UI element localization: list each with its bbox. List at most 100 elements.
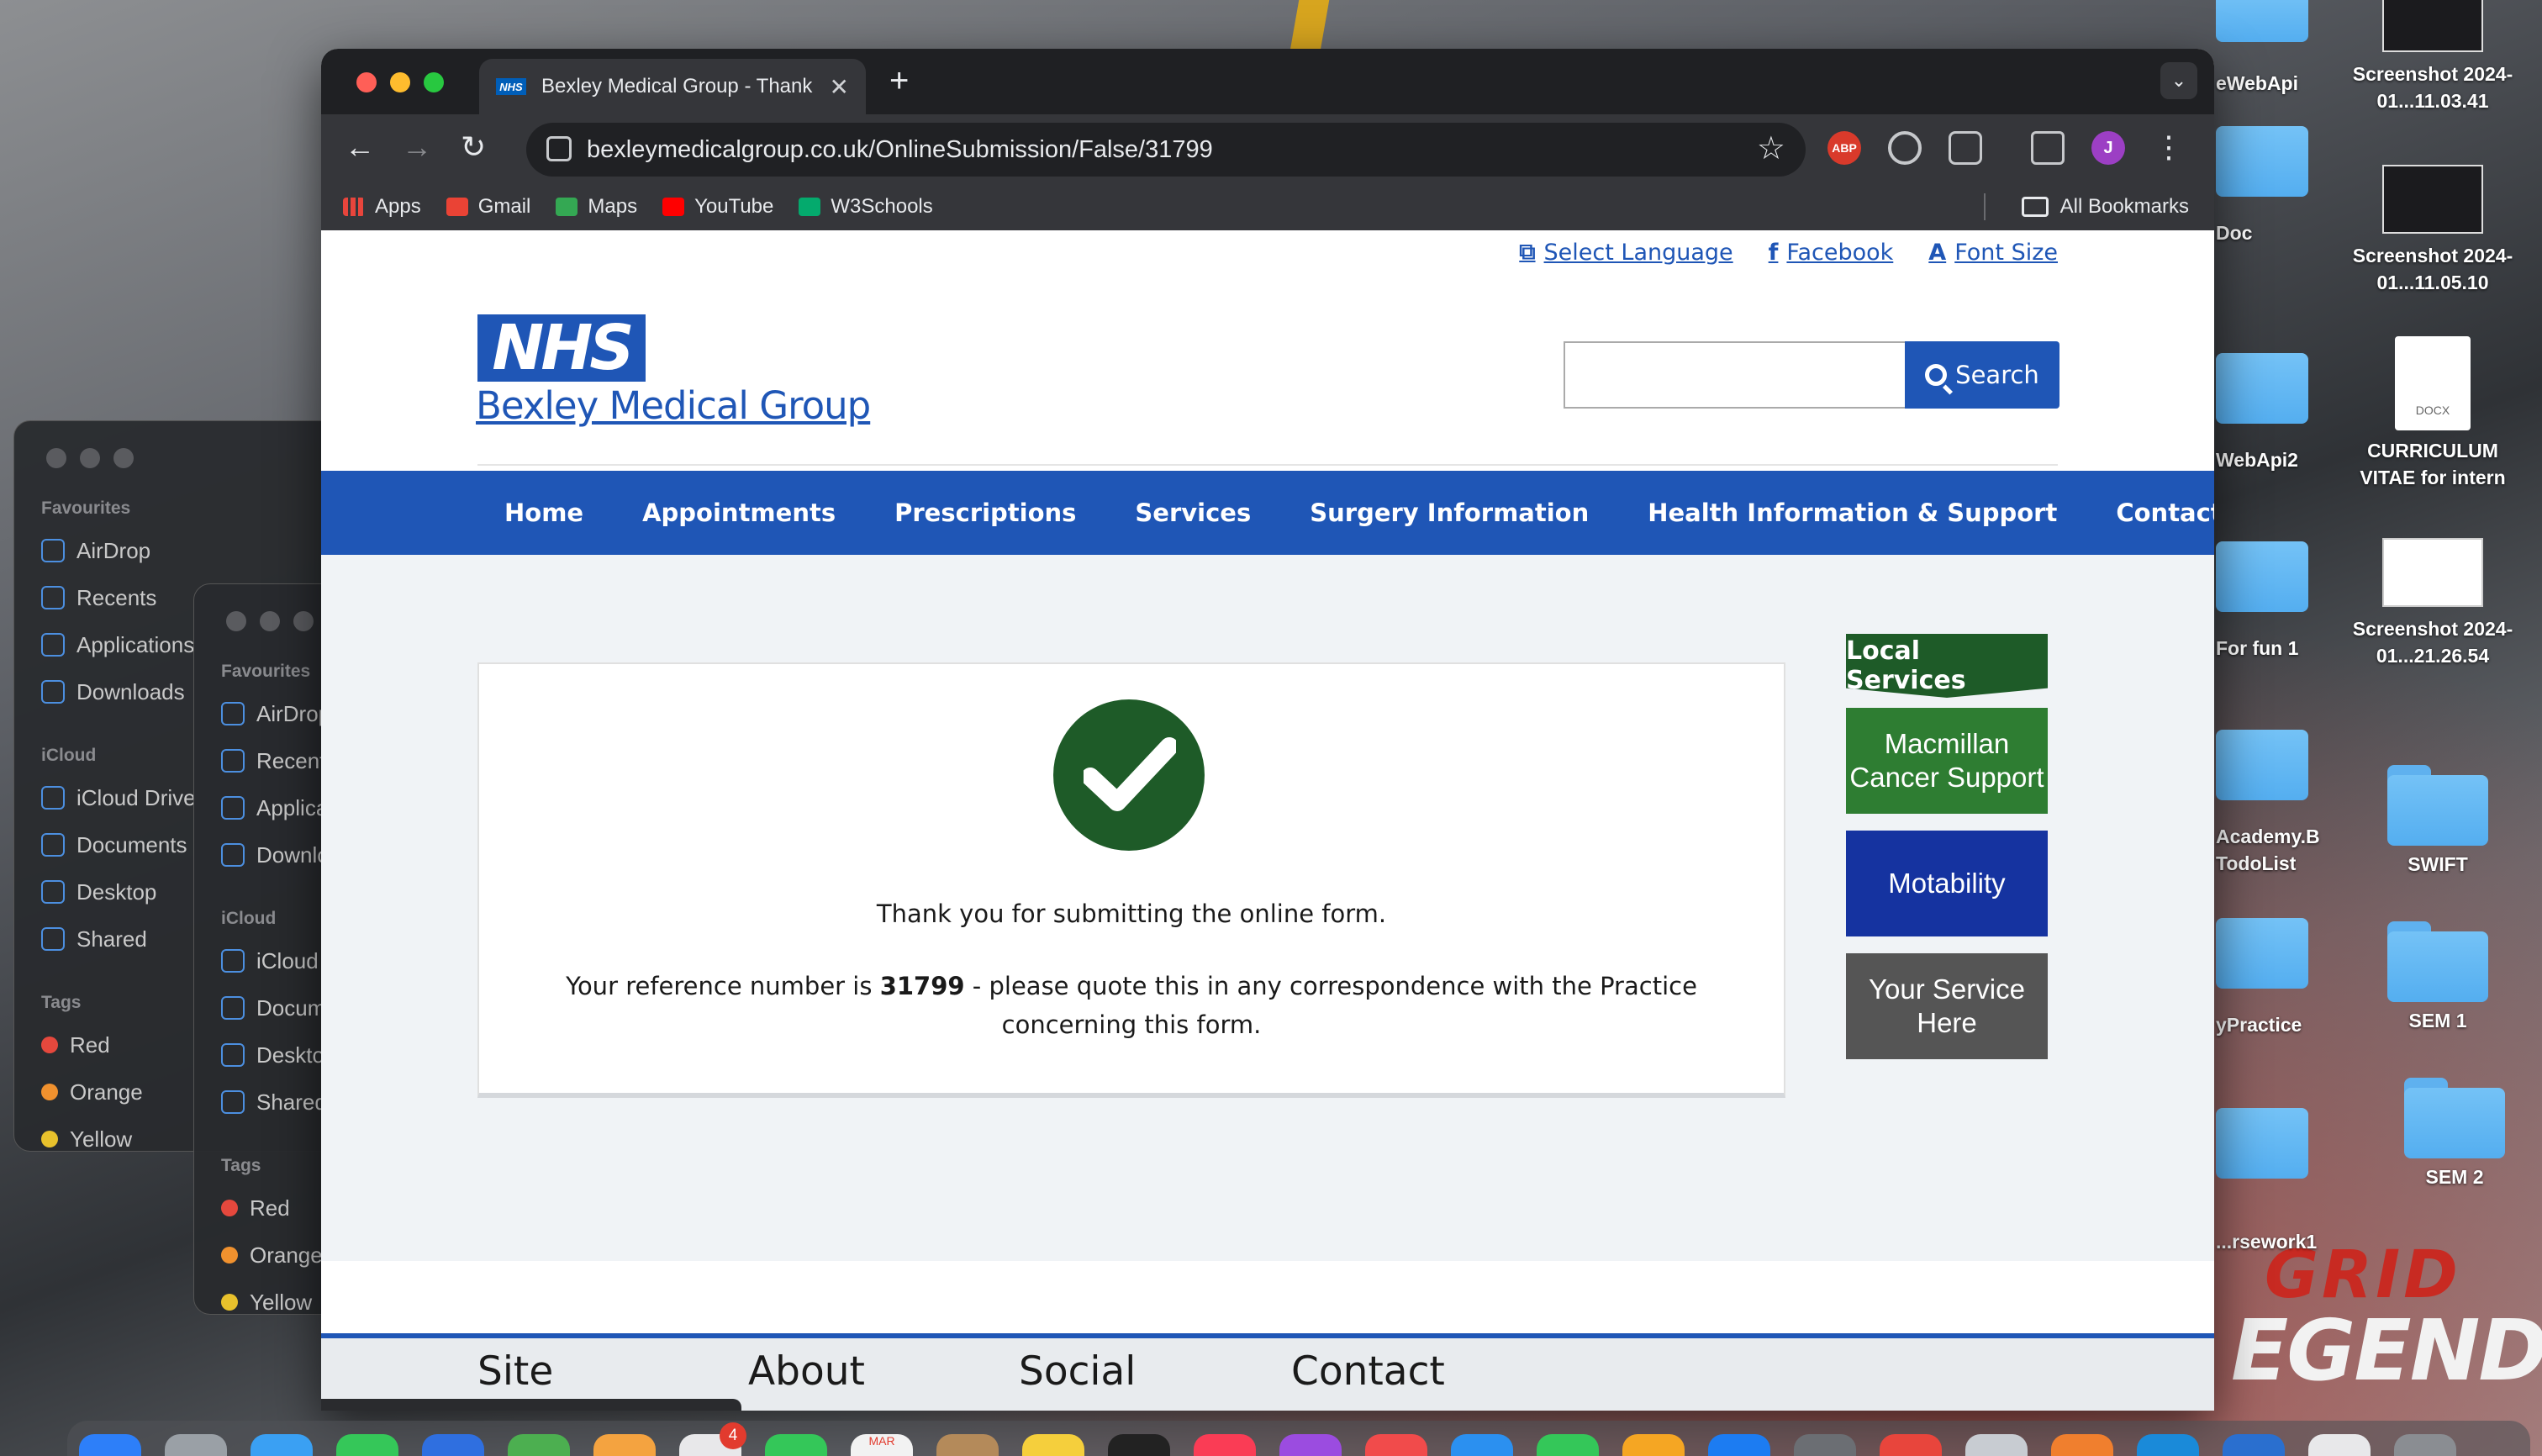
extensions-puzzle-icon[interactable] bbox=[1949, 131, 1982, 165]
status-bar bbox=[321, 1399, 741, 1411]
sidebar-item-airdrop[interactable]: AirDrop bbox=[14, 527, 366, 574]
forward-arrow-icon[interactable]: → bbox=[402, 129, 432, 165]
trash-dock-icon[interactable] bbox=[2394, 1434, 2456, 1456]
select-language-link[interactable]: ⧉ Select Language bbox=[1519, 239, 1732, 266]
kebab-menu-icon[interactable]: ⋮ bbox=[2154, 129, 2184, 165]
bookmark-gmail[interactable]: Gmail bbox=[446, 195, 530, 219]
folder-icon[interactable] bbox=[2216, 541, 2308, 612]
desktop-screenshot-3[interactable]: Screenshot 2024-01...21.26.54 bbox=[2349, 538, 2517, 669]
desktop-cv-document[interactable]: DOCX CURRICULUM VITAE for intern bbox=[2349, 336, 2517, 491]
desktop-folder-sem2[interactable]: SEM 2 bbox=[2371, 1078, 2539, 1190]
close-tab-icon[interactable]: ✕ bbox=[830, 73, 849, 101]
your-service-here-link[interactable]: Your Service Here bbox=[1846, 953, 2048, 1059]
main-content: Thank you for submitting the online form… bbox=[321, 555, 2214, 1261]
bookmark-maps[interactable]: Maps bbox=[556, 195, 637, 219]
site-info-icon[interactable] bbox=[546, 136, 572, 161]
desktop-folder-sem1[interactable]: SEM 1 bbox=[2354, 921, 2522, 1034]
photos-dock-icon[interactable] bbox=[593, 1434, 656, 1456]
tab-active[interactable]: NHS Bexley Medical Group - Thank ✕ bbox=[479, 59, 866, 114]
font-size-icon: A bbox=[1928, 239, 1947, 266]
facebook-link[interactable]: f Facebook bbox=[1769, 239, 1894, 266]
all-bookmarks-button[interactable]: All Bookmarks bbox=[2021, 183, 2189, 230]
folder-icon[interactable] bbox=[2216, 1108, 2308, 1179]
tab-bar: NHS Bexley Medical Group - Thank ✕ + ⌄ bbox=[321, 49, 2214, 114]
nav-appointments[interactable]: Appointments bbox=[642, 499, 836, 527]
safari-dock-icon[interactable] bbox=[251, 1434, 313, 1456]
maximize-window-button[interactable] bbox=[424, 72, 444, 92]
nav-home[interactable]: Home bbox=[504, 499, 583, 527]
motability-link[interactable]: Motability bbox=[1846, 831, 2048, 936]
pages-dock-icon[interactable] bbox=[1622, 1434, 1685, 1456]
folder-icon[interactable] bbox=[2216, 126, 2308, 197]
numbers-dock-icon[interactable] bbox=[1537, 1434, 1599, 1456]
mail-dock-icon[interactable] bbox=[422, 1434, 484, 1456]
utility-links: ⧉ Select Language f Facebook A Font Size bbox=[1519, 239, 2058, 266]
podcasts-dock-icon[interactable] bbox=[1279, 1434, 1342, 1456]
maps-dock-icon[interactable] bbox=[508, 1434, 570, 1456]
profile-avatar[interactable]: J bbox=[2091, 131, 2125, 165]
address-bar[interactable]: bexleymedicalgroup.co.uk/OnlineSubmissio… bbox=[526, 123, 1806, 177]
facetime-dock-icon[interactable] bbox=[765, 1434, 827, 1456]
airdrop-icon bbox=[221, 702, 245, 725]
calendar-dock-icon[interactable]: MAR bbox=[851, 1434, 913, 1456]
nav-contact[interactable]: Contact bbox=[2116, 499, 2214, 527]
bookmark-star-icon[interactable]: ☆ bbox=[1757, 129, 1785, 167]
minimize-window-button[interactable] bbox=[390, 72, 410, 92]
chrome-dock-icon[interactable] bbox=[1880, 1434, 1942, 1456]
nav-surgery-information[interactable]: Surgery Information bbox=[1310, 499, 1589, 527]
browser-window[interactable]: NHS Bexley Medical Group - Thank ✕ + ⌄ ←… bbox=[321, 49, 2214, 1411]
ibooks-dock-icon[interactable] bbox=[2051, 1434, 2113, 1456]
nhs-logo[interactable]: NHS bbox=[477, 314, 646, 382]
bookmark-apps[interactable]: Apps bbox=[343, 195, 421, 219]
nav-prescriptions[interactable]: Prescriptions bbox=[894, 499, 1076, 527]
reminders-dock-icon[interactable] bbox=[1022, 1434, 1084, 1456]
preview-dock-icon[interactable] bbox=[1965, 1434, 2028, 1456]
search-icon bbox=[1925, 364, 1948, 386]
news-dock-icon[interactable] bbox=[1365, 1434, 1427, 1456]
settings-dock-icon[interactable] bbox=[1794, 1434, 1856, 1456]
footer-heading-social: Social bbox=[1019, 1348, 1137, 1395]
search-input[interactable] bbox=[1564, 341, 1905, 409]
xcode-dock-icon[interactable] bbox=[2137, 1434, 2199, 1456]
footer-heading-about: About bbox=[748, 1348, 865, 1395]
macmillan-cancer-support-link[interactable]: Macmillan Cancer Support bbox=[1846, 708, 2048, 814]
new-tab-button[interactable]: + bbox=[889, 62, 909, 100]
local-services-heading: Local Services bbox=[1846, 634, 2048, 698]
music-dock-icon[interactable] bbox=[1194, 1434, 1256, 1456]
vscode-dock-icon[interactable] bbox=[2223, 1434, 2285, 1456]
folder-icon[interactable] bbox=[2216, 353, 2308, 424]
bookmark-youtube[interactable]: YouTube bbox=[662, 195, 773, 219]
nav-health-information[interactable]: Health Information & Support bbox=[1648, 499, 2057, 527]
document-dock-icon[interactable] bbox=[2308, 1434, 2371, 1456]
adblock-extension-icon[interactable]: ABP bbox=[1827, 131, 1861, 165]
main-navigation: Home Appointments Prescriptions Services… bbox=[321, 471, 2214, 555]
back-arrow-icon[interactable]: ← bbox=[345, 129, 375, 165]
tv-dock-icon[interactable] bbox=[1108, 1434, 1170, 1456]
cloud-icon bbox=[221, 949, 245, 973]
grammarly-extension-icon[interactable] bbox=[1888, 131, 1922, 165]
side-panel-icon[interactable] bbox=[2031, 131, 2065, 165]
notes-dock-icon[interactable] bbox=[936, 1434, 999, 1456]
folder-icon[interactable] bbox=[2216, 0, 2308, 42]
practice-name-link[interactable]: Bexley Medical Group bbox=[476, 383, 871, 428]
search-button[interactable]: Search bbox=[1905, 341, 2059, 409]
folder-icon[interactable] bbox=[2216, 918, 2308, 989]
desktop-icon-label: TodoList bbox=[2216, 852, 2297, 874]
keynote-dock-icon[interactable] bbox=[1451, 1434, 1513, 1456]
bookmark-w3schools[interactable]: W3Schools bbox=[799, 195, 933, 219]
close-window-button[interactable] bbox=[356, 72, 377, 92]
contacts-dock-icon[interactable]: 4 bbox=[679, 1422, 746, 1456]
launchpad-dock-icon[interactable] bbox=[165, 1434, 227, 1456]
desktop-screenshot-1[interactable]: Screenshot 2024-01...11.03.41 bbox=[2349, 0, 2517, 114]
desktop-folder-swift[interactable]: SWIFT bbox=[2354, 765, 2522, 878]
font-size-link[interactable]: A Font Size bbox=[1928, 239, 2058, 266]
reload-icon[interactable]: ↻ bbox=[461, 129, 486, 165]
tab-search-chevron-icon[interactable]: ⌄ bbox=[2160, 62, 2197, 99]
maps-icon bbox=[556, 198, 578, 216]
finder-dock-icon[interactable] bbox=[79, 1434, 141, 1456]
nav-services[interactable]: Services bbox=[1135, 499, 1251, 527]
folder-icon[interactable] bbox=[2216, 730, 2308, 800]
desktop-screenshot-2[interactable]: Screenshot 2024-01...11.05.10 bbox=[2349, 165, 2517, 296]
app-store-dock-icon[interactable] bbox=[1708, 1434, 1770, 1456]
messages-dock-icon[interactable] bbox=[336, 1434, 398, 1456]
